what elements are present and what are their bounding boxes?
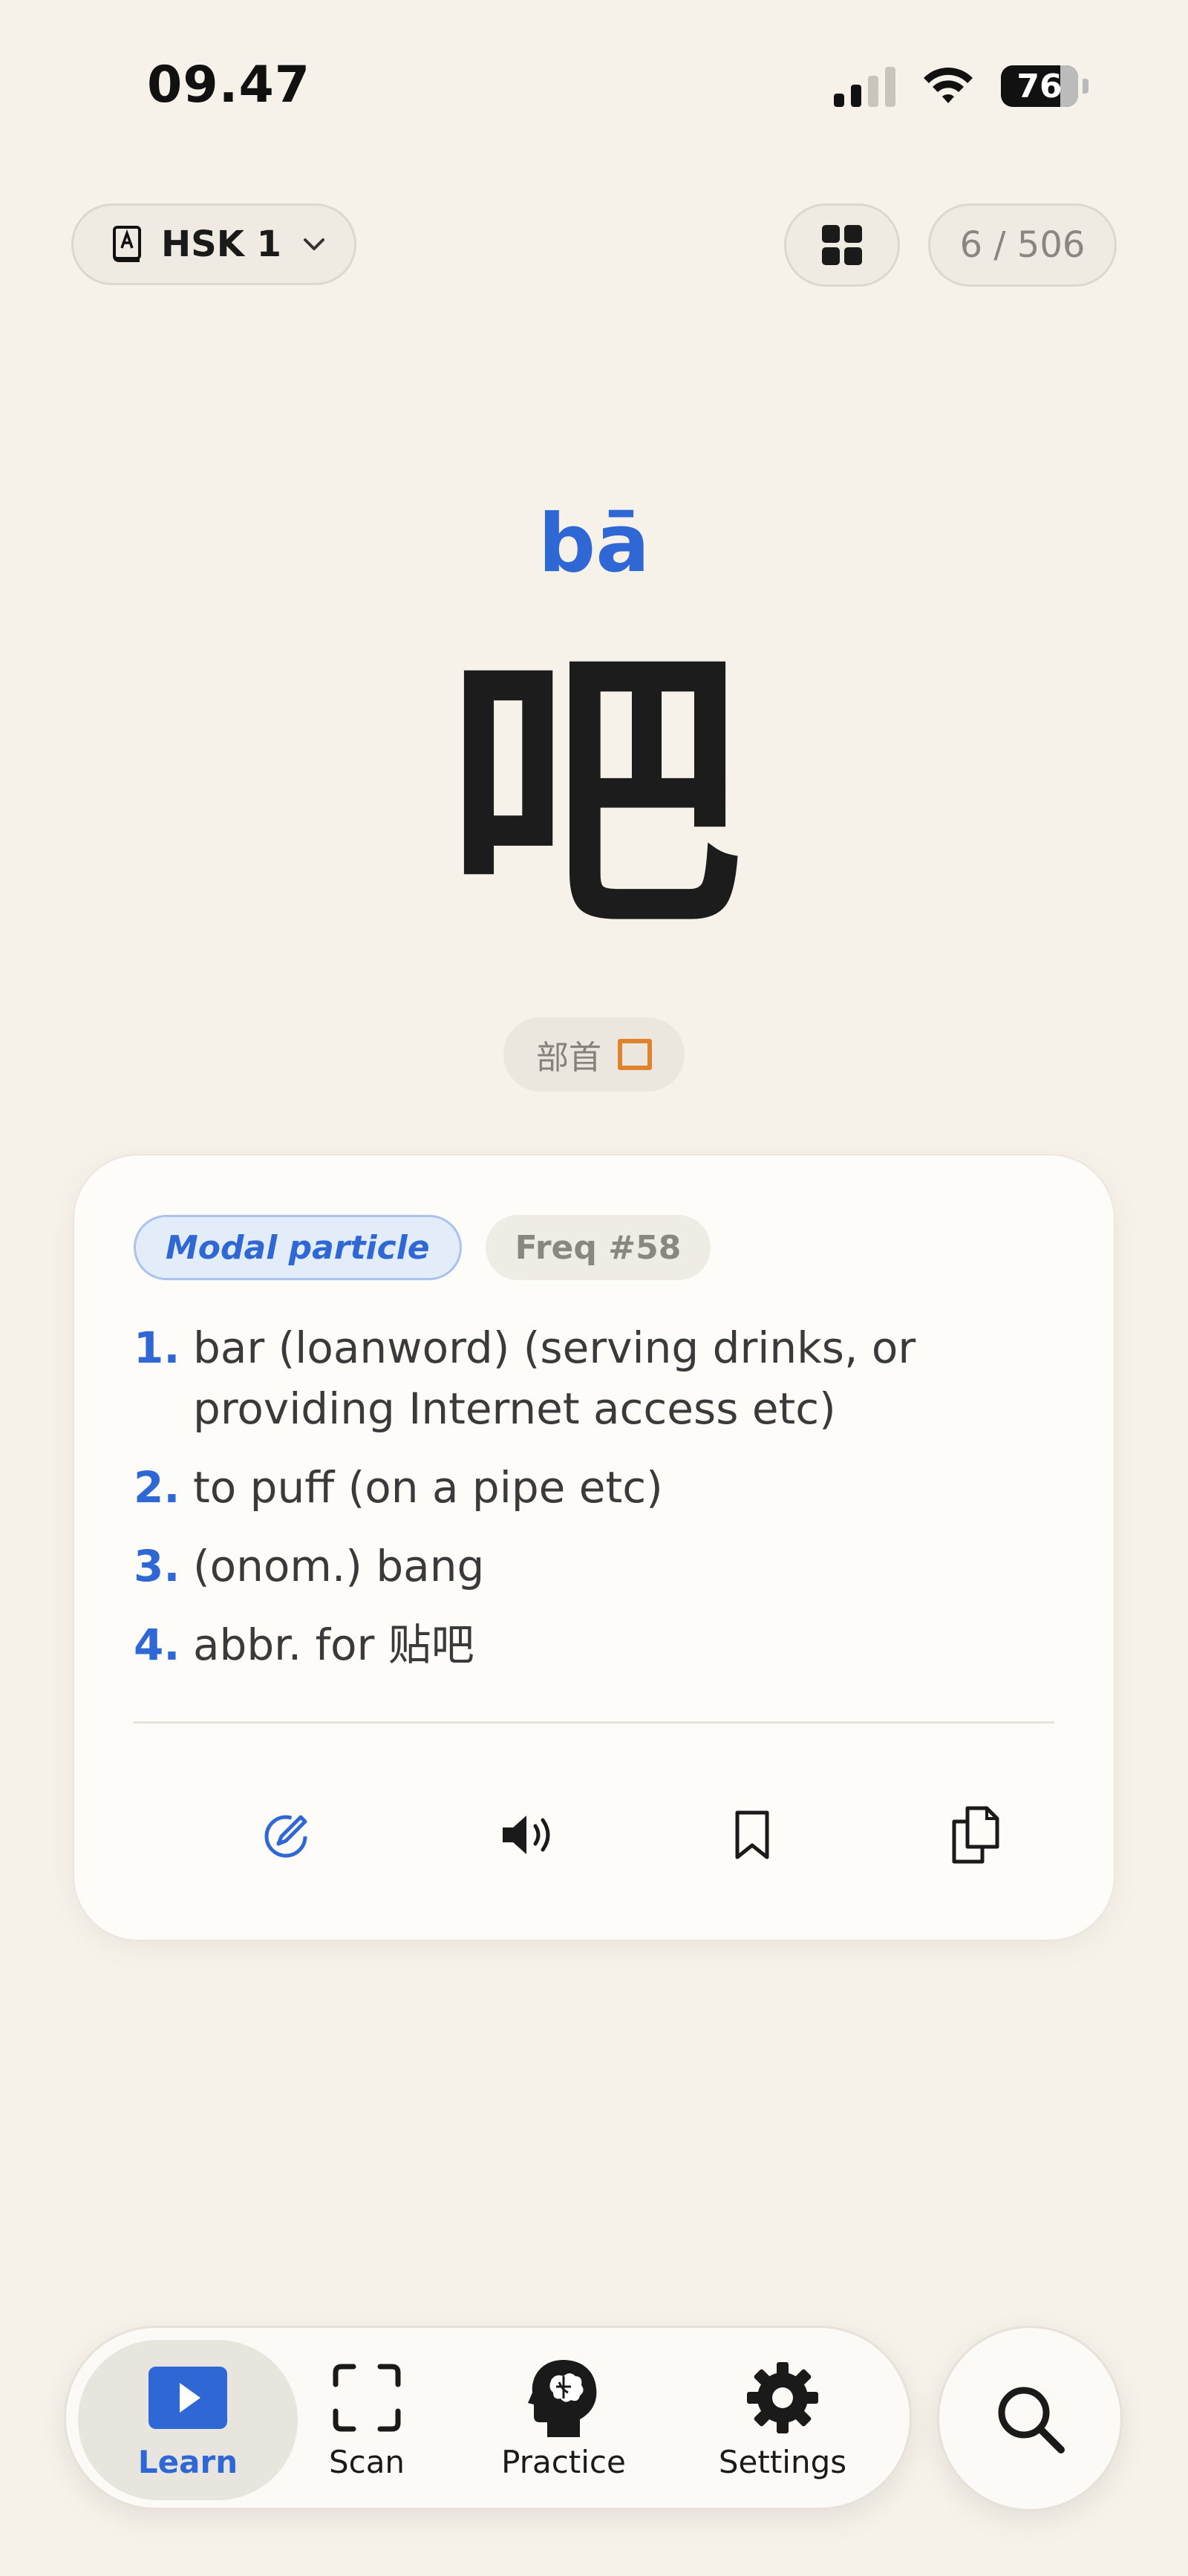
card-actions [74, 1794, 1117, 1876]
status-time: 09.47 [147, 56, 311, 114]
copy-button[interactable] [934, 1794, 1016, 1876]
definition-item: 3. (onom.) bang [134, 1536, 1054, 1597]
radical-character [618, 1039, 652, 1070]
radical-badge[interactable]: 部首 [503, 1017, 685, 1092]
status-icons: 76 [834, 65, 1089, 107]
pinyin: bā [538, 498, 650, 590]
wifi-icon [924, 68, 973, 103]
bookmark-icon [735, 1810, 769, 1859]
battery-icon: 76 [1001, 65, 1078, 107]
tab-bar: Learn Scan Practice Settings [64, 2326, 912, 2510]
tab-settings[interactable]: Settings [675, 2340, 890, 2500]
cellular-signal-icon [834, 65, 895, 107]
tab-label: Practice [501, 2443, 626, 2480]
tab-scan[interactable]: Scan [281, 2340, 452, 2500]
definition-card: Modal particle Freq #58 1. bar (loanword… [73, 1154, 1115, 1941]
bookmark-button[interactable] [711, 1794, 793, 1876]
definition-list: 1. bar (loanword) (serving drinks, or pr… [134, 1317, 1054, 1693]
grid-icon [822, 225, 862, 265]
battery-level: 76 [1016, 67, 1063, 105]
definition-text: (onom.) bang [193, 1541, 485, 1591]
definition-number: 3. [134, 1541, 180, 1591]
book-icon [113, 226, 141, 262]
tab-label: Learn [137, 2443, 238, 2480]
search-icon [998, 2387, 1065, 2453]
card-divider [134, 1721, 1054, 1724]
definition-text: bar (loanword) (serving drinks, or provi… [193, 1323, 916, 1434]
definition-number: 1. [134, 1323, 180, 1373]
word-counter[interactable]: 6 / 506 [928, 203, 1117, 287]
edit-icon [264, 1815, 307, 1858]
grid-view-button[interactable] [784, 203, 900, 287]
tab-practice[interactable]: Practice [467, 2340, 660, 2500]
tab-label: Scan [328, 2443, 405, 2480]
frequency-tag: Freq #58 [485, 1215, 711, 1280]
definition-item: 2. to puff (on a pipe etc) [134, 1457, 1054, 1518]
edit-button[interactable] [247, 1794, 328, 1876]
screen: 09.47 76 HSK 1 6 / 506 bā 吧 部首 Modal par… [0, 0, 1188, 2576]
definition-number: 4. [134, 1620, 180, 1670]
part-of-speech-tag: Modal particle [134, 1215, 462, 1280]
tab-label: Settings [718, 2443, 847, 2480]
speaker-icon [503, 1816, 550, 1854]
play-icon [147, 2361, 229, 2435]
scan-icon [326, 2361, 408, 2435]
battery-tip [1083, 79, 1089, 94]
copy-icon [952, 1806, 999, 1864]
level-selector[interactable]: HSK 1 [71, 203, 356, 285]
search-button[interactable] [937, 2326, 1123, 2511]
gear-icon [742, 2361, 823, 2435]
definition-item: 4. abbr. for 贴吧 [134, 1614, 1054, 1675]
chevron-down-icon [304, 238, 325, 250]
definition-item: 1. bar (loanword) (serving drinks, or pr… [134, 1317, 1054, 1439]
level-label: HSK 1 [161, 224, 282, 265]
definition-text: to puff (on a pipe etc) [193, 1462, 663, 1513]
radical-label: 部首 [536, 1039, 601, 1077]
hanzi-character: 吧 [446, 622, 742, 967]
brain-icon [523, 2359, 604, 2437]
tag-row: Modal particle Freq #58 [134, 1215, 711, 1280]
definition-text: abbr. for 贴吧 [193, 1620, 474, 1670]
definition-number: 2. [134, 1462, 180, 1513]
speak-button[interactable] [489, 1794, 570, 1876]
tab-learn[interactable]: Learn [78, 2340, 298, 2500]
